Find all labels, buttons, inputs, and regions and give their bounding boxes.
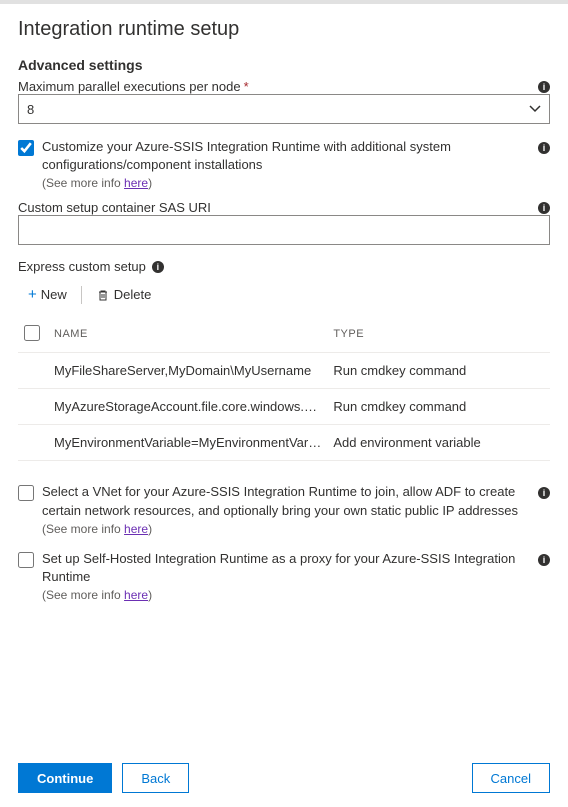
delete-button[interactable]: Delete xyxy=(90,283,158,306)
row-type: Add environment variable xyxy=(327,425,550,461)
trash-icon xyxy=(96,288,110,302)
section-heading: Advanced settings xyxy=(18,57,550,73)
select-all-checkbox[interactable] xyxy=(24,325,40,341)
info-icon[interactable]: i xyxy=(538,142,550,154)
proxy-hint-link[interactable]: here xyxy=(124,588,148,602)
info-icon[interactable]: i xyxy=(538,202,550,214)
row-name: MyEnvironmentVariable=MyEnvironmentVaria… xyxy=(48,425,327,461)
express-setup-table: NAME TYPE MyFileShareServer,MyDomain\MyU… xyxy=(18,315,550,461)
max-parallel-label: Maximum parallel executions per node xyxy=(18,79,241,94)
vnet-hint-link[interactable]: here xyxy=(124,522,148,536)
max-parallel-value: 8 xyxy=(27,102,34,117)
chevron-down-icon xyxy=(529,103,541,115)
required-indicator: * xyxy=(244,79,249,94)
vnet-hint-suffix: ) xyxy=(148,522,152,536)
col-type: TYPE xyxy=(327,315,550,353)
info-icon[interactable]: i xyxy=(152,261,164,273)
table-row[interactable]: MyAzureStorageAccount.file.core.windows.… xyxy=(18,389,550,425)
delete-button-label: Delete xyxy=(114,287,152,302)
cancel-button[interactable]: Cancel xyxy=(472,763,550,793)
proxy-hint-suffix: ) xyxy=(148,588,152,602)
row-type: Run cmdkey command xyxy=(327,389,550,425)
info-icon[interactable]: i xyxy=(538,487,550,499)
vnet-checkbox[interactable] xyxy=(18,485,34,501)
express-setup-label: Express custom setup xyxy=(18,259,146,274)
toolbar-separator xyxy=(81,286,82,304)
back-button[interactable]: Back xyxy=(122,763,189,793)
info-icon[interactable]: i xyxy=(538,81,550,93)
new-button-label: New xyxy=(41,287,67,302)
proxy-checkbox[interactable] xyxy=(18,552,34,568)
continue-button[interactable]: Continue xyxy=(18,763,112,793)
row-name: MyAzureStorageAccount.file.core.windows.… xyxy=(48,389,327,425)
row-name: MyFileShareServer,MyDomain\MyUsername xyxy=(48,353,327,389)
plus-icon: + xyxy=(28,286,37,303)
row-type: Run cmdkey command xyxy=(327,353,550,389)
customize-label: Customize your Azure-SSIS Integration Ru… xyxy=(42,138,530,174)
max-parallel-select[interactable]: 8 xyxy=(18,94,550,124)
vnet-label: Select a VNet for your Azure-SSIS Integr… xyxy=(42,483,530,519)
info-icon[interactable]: i xyxy=(538,554,550,566)
customize-hint-suffix: ) xyxy=(148,176,152,190)
customize-checkbox[interactable] xyxy=(18,140,34,156)
sas-uri-label: Custom setup container SAS URI xyxy=(18,200,211,215)
table-row[interactable]: MyFileShareServer,MyDomain\MyUsername Ru… xyxy=(18,353,550,389)
table-row[interactable]: MyEnvironmentVariable=MyEnvironmentVaria… xyxy=(18,425,550,461)
proxy-hint-prefix: (See more info xyxy=(42,588,124,602)
proxy-label: Set up Self-Hosted Integration Runtime a… xyxy=(42,550,530,586)
customize-hint-prefix: (See more info xyxy=(42,176,124,190)
col-name: NAME xyxy=(48,315,327,353)
vnet-hint-prefix: (See more info xyxy=(42,522,124,536)
sas-uri-input[interactable] xyxy=(18,215,550,245)
page-title: Integration runtime setup xyxy=(18,18,550,41)
customize-hint-link[interactable]: here xyxy=(124,176,148,190)
new-button[interactable]: + New xyxy=(22,282,73,307)
